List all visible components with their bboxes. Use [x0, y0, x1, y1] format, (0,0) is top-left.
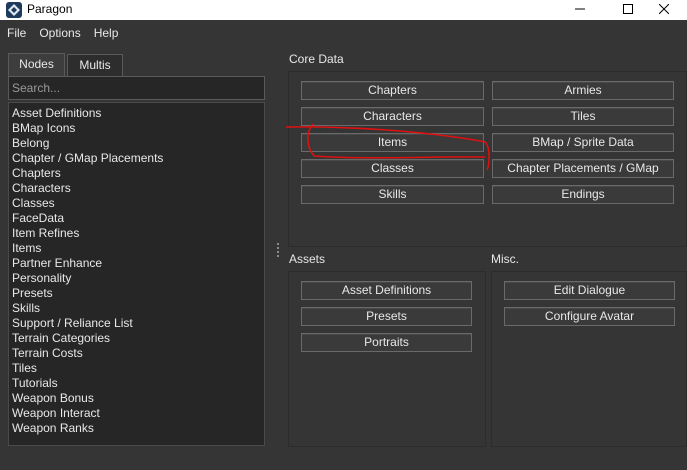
list-item[interactable]: BMap Icons	[9, 121, 264, 136]
assets-group: Asset Definitions Presets Portraits	[288, 271, 486, 447]
skills-button[interactable]: Skills	[301, 185, 484, 204]
search-input[interactable]	[8, 76, 265, 100]
list-item[interactable]: Tutorials	[9, 376, 264, 391]
chapter-placements-gmap-button[interactable]: Chapter Placements / GMap	[492, 159, 674, 178]
list-item[interactable]: Terrain Categories	[9, 331, 264, 346]
menu-options[interactable]: Options	[32, 22, 86, 44]
list-item[interactable]: Partner Enhance	[9, 256, 264, 271]
list-item[interactable]: Support / Reliance List	[9, 316, 264, 331]
list-item[interactable]: Terrain Costs	[9, 346, 264, 361]
menu-file[interactable]: File	[0, 22, 32, 44]
window-title: Paragon	[27, 2, 73, 16]
minimize-icon	[575, 3, 585, 17]
list-item[interactable]: Classes	[9, 196, 264, 211]
tiles-button[interactable]: Tiles	[492, 107, 674, 126]
menu-help[interactable]: Help	[87, 22, 125, 44]
misc-title: Misc.	[491, 252, 519, 266]
list-item[interactable]: Asset Definitions	[9, 106, 264, 121]
endings-button[interactable]: Endings	[492, 185, 674, 204]
list-item[interactable]: Skills	[9, 301, 264, 316]
tab-nodes[interactable]: Nodes	[8, 53, 65, 76]
characters-button[interactable]: Characters	[301, 107, 484, 126]
close-icon	[658, 3, 670, 17]
close-button[interactable]	[641, 0, 687, 20]
app-diamond-icon	[6, 2, 22, 18]
bmap-sprite-data-button[interactable]: BMap / Sprite Data	[492, 133, 674, 152]
list-item[interactable]: Weapon Bonus	[9, 391, 264, 406]
presets-button[interactable]: Presets	[301, 307, 472, 326]
menu-bar: File Options Help	[0, 22, 124, 44]
armies-button[interactable]: Armies	[492, 81, 674, 100]
list-item[interactable]: Personality	[9, 271, 264, 286]
list-item[interactable]: FaceData	[9, 211, 264, 226]
configure-avatar-button[interactable]: Configure Avatar	[504, 307, 675, 326]
chapters-button[interactable]: Chapters	[301, 81, 484, 100]
maximize-icon	[623, 3, 633, 17]
list-item[interactable]: Chapter / GMap Placements	[9, 151, 264, 166]
core-data-group: Chapters Armies Characters Tiles Items B…	[288, 71, 687, 247]
list-item[interactable]: Belong	[9, 136, 264, 151]
list-item[interactable]: Items	[9, 241, 264, 256]
node-list: Asset Definitions BMap Icons Belong Chapter…	[8, 102, 265, 446]
list-item[interactable]: Chapters	[9, 166, 264, 181]
list-item[interactable]: Weapon Interact	[9, 406, 264, 421]
tab-multis[interactable]: Multis	[67, 54, 123, 76]
assets-title: Assets	[289, 252, 326, 266]
core-data-title: Core Data	[289, 52, 344, 66]
list-item[interactable]: Characters	[9, 181, 264, 196]
items-button[interactable]: Items	[301, 133, 484, 152]
splitter-handle[interactable]	[277, 243, 280, 261]
asset-definitions-button[interactable]: Asset Definitions	[301, 281, 472, 300]
minimize-button[interactable]	[557, 0, 603, 20]
list-item[interactable]: Item Refines	[9, 226, 264, 241]
list-item[interactable]: Tiles	[9, 361, 264, 376]
classes-button[interactable]: Classes	[301, 159, 484, 178]
portraits-button[interactable]: Portraits	[301, 333, 472, 352]
title-bar: Paragon	[0, 0, 687, 20]
edit-dialogue-button[interactable]: Edit Dialogue	[504, 281, 675, 300]
list-item[interactable]: Presets	[9, 286, 264, 301]
misc-group: Edit Dialogue Configure Avatar	[491, 271, 687, 447]
list-item[interactable]: Weapon Ranks	[9, 421, 264, 436]
